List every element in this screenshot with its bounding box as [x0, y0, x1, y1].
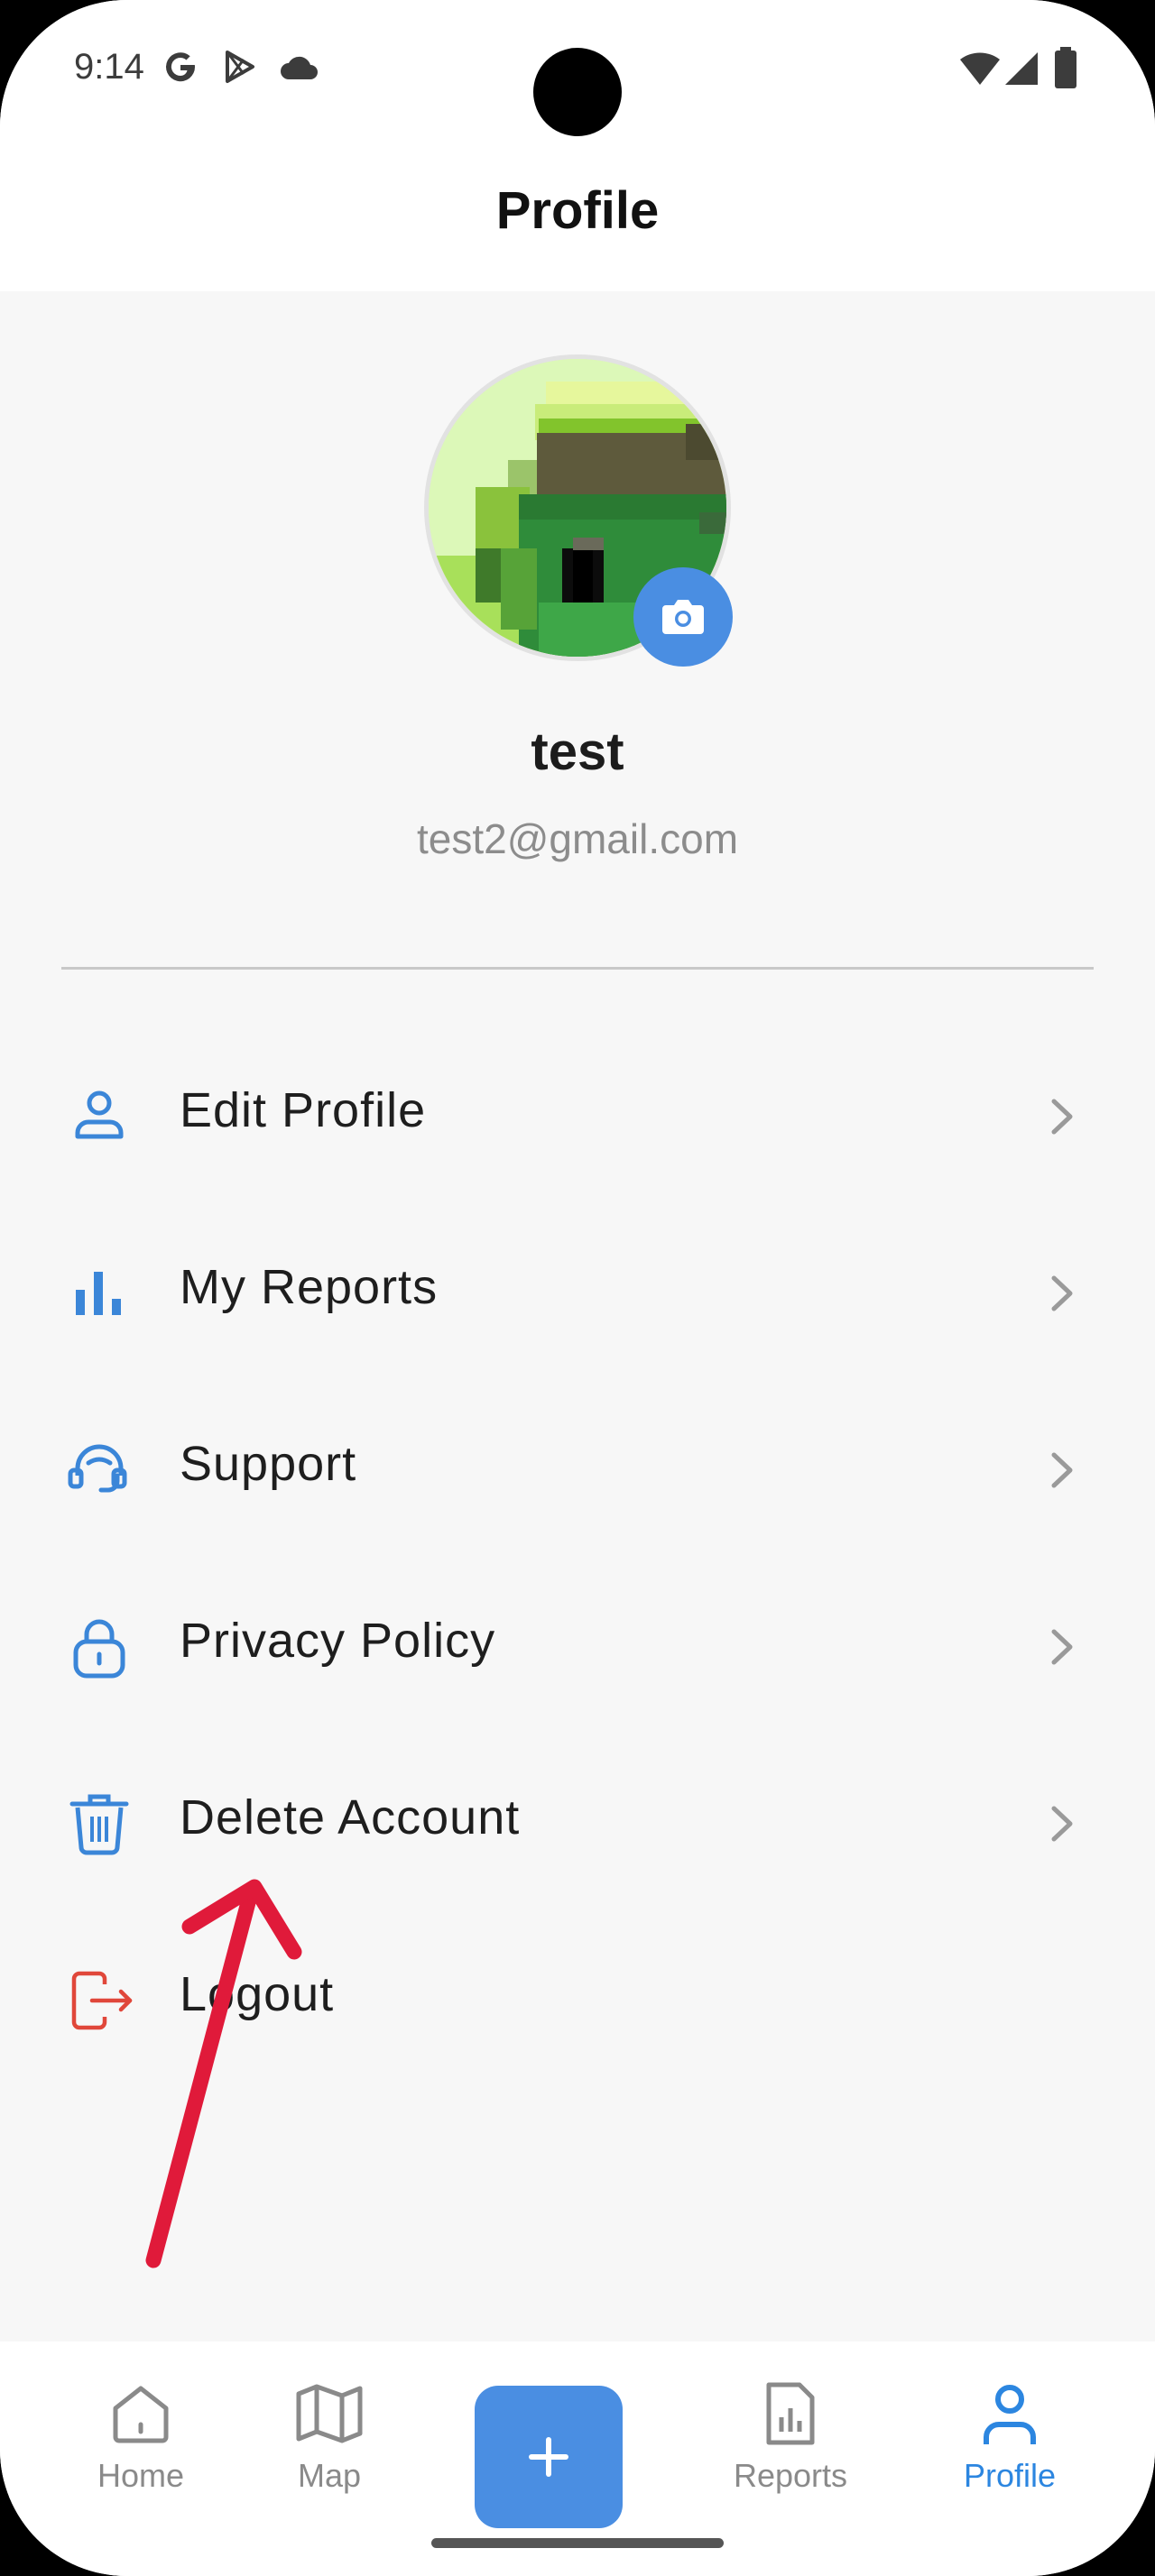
wifi-icon	[960, 52, 1000, 85]
menu-item-support[interactable]: Support	[0, 1395, 1155, 1531]
menu-label: Privacy Policy	[180, 1614, 496, 1668]
nav-label: Reports	[733, 2457, 848, 2494]
front-camera	[533, 48, 622, 136]
menu-item-edit-profile[interactable]: Edit Profile	[0, 1042, 1155, 1177]
chevron-right-icon	[1051, 1806, 1073, 1842]
phone-screen: 9:14 Profile test test2@gmail.com Edit P…	[0, 0, 1155, 2576]
menu-label: Edit Profile	[180, 1083, 427, 1137]
signal-icon	[1005, 52, 1038, 85]
page-title: Profile	[495, 181, 660, 240]
trash-icon	[69, 1794, 129, 1855]
logout-icon	[71, 1971, 133, 2030]
nav-reports[interactable]: Reports	[700, 2378, 881, 2495]
home-indicator[interactable]	[431, 2538, 724, 2548]
lock-icon	[73, 1619, 125, 1679]
person-icon	[75, 1090, 124, 1139]
plus-icon	[529, 2437, 568, 2477]
nav-home[interactable]: Home	[51, 2378, 231, 2495]
menu-label: Delete Account	[180, 1790, 521, 1845]
nav-map[interactable]: Map	[239, 2378, 420, 2495]
google-icon	[166, 52, 196, 82]
status-time: 9:14	[74, 47, 144, 87]
profile-avatar[interactable]	[424, 354, 733, 667]
menu-item-privacy-policy[interactable]: Privacy Policy	[0, 1572, 1155, 1707]
report-icon	[766, 2382, 815, 2445]
menu-item-delete-account[interactable]: Delete Account	[0, 1749, 1155, 1884]
person-icon	[984, 2385, 1036, 2444]
menu-item-logout[interactable]: Logout	[0, 1926, 1155, 2061]
divider	[61, 967, 1094, 970]
headset-icon	[68, 1444, 127, 1493]
chevron-right-icon	[1051, 1629, 1073, 1665]
user-name: test	[531, 722, 624, 781]
cloud-icon	[281, 56, 318, 79]
home-icon	[113, 2386, 169, 2443]
bar-chart-icon	[76, 1272, 121, 1315]
add-report-button[interactable]	[475, 2386, 623, 2528]
play-store-icon	[226, 51, 254, 83]
chevron-right-icon	[1051, 1275, 1073, 1311]
nav-profile[interactable]: Profile	[919, 2378, 1100, 2495]
nav-label: Home	[97, 2457, 185, 2494]
change-photo-button[interactable]	[633, 567, 733, 667]
camera-icon	[662, 600, 704, 634]
nav-label: Map	[297, 2457, 362, 2494]
menu-label: Logout	[180, 1967, 335, 2021]
nav-label: Profile	[963, 2457, 1057, 2494]
menu-label: Support	[180, 1437, 357, 1491]
top-bar: 9:14 Profile	[0, 0, 1155, 291]
user-email: test2@gmail.com	[416, 815, 739, 862]
map-icon	[296, 2384, 363, 2443]
chevron-right-icon	[1051, 1099, 1073, 1135]
menu-label: My Reports	[180, 1260, 439, 1314]
battery-icon	[1055, 47, 1076, 88]
chevron-right-icon	[1051, 1452, 1073, 1488]
menu-item-my-reports[interactable]: My Reports	[0, 1219, 1155, 1354]
